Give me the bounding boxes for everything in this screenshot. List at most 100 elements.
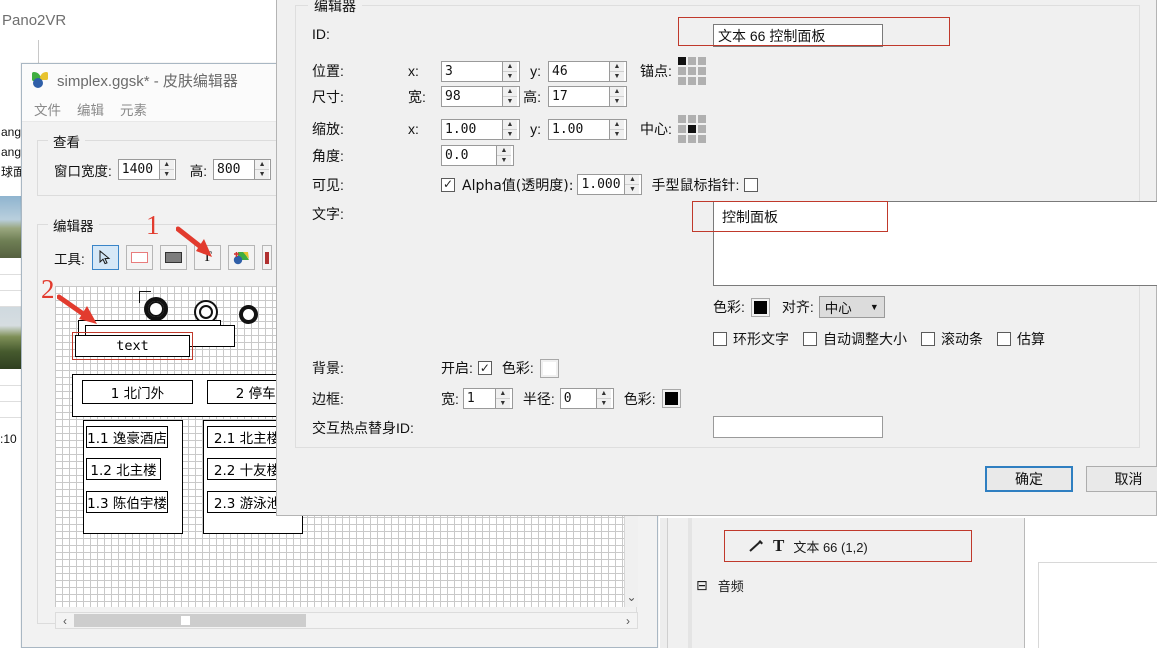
anchor-cell-4[interactable] [687, 67, 696, 75]
tree-row-audio[interactable]: ⊟ 音频 [696, 576, 744, 595]
scale-x-input[interactable] [442, 119, 502, 139]
scroll-left-arrow[interactable]: ‹ [56, 614, 74, 628]
size-width-up[interactable]: ▲ [503, 87, 517, 97]
anchor-cell-1[interactable] [687, 57, 696, 65]
canvas-node-2-1[interactable]: 2.1 北主楼 [207, 426, 287, 448]
scroll-right-arrow[interactable]: › [619, 614, 637, 628]
center-cell-4[interactable] [687, 125, 696, 133]
size-width-stepper[interactable]: ▲▼ [441, 86, 520, 107]
expander-icon[interactable]: ⊟ [696, 577, 708, 594]
canvas-node-2-2[interactable]: 2.2 十友楼 [207, 458, 287, 480]
position-x-down[interactable]: ▼ [503, 72, 517, 81]
width-spin-up[interactable]: ▲ [159, 160, 174, 170]
anchor-cell-3[interactable] [677, 67, 686, 75]
anchor-point-picker[interactable] [677, 57, 706, 85]
size-width-input[interactable] [442, 87, 502, 106]
canvas-text-element[interactable]: text [75, 335, 190, 357]
hotspot-id-input[interactable] [713, 416, 883, 438]
anchor-cell-6[interactable] [677, 77, 686, 85]
anchor-cell-5[interactable] [697, 67, 706, 75]
text-content-textarea[interactable]: 控制面板 [713, 201, 1157, 286]
scrollbar-checkbox[interactable] [921, 332, 935, 346]
id-input[interactable]: 文本 66 控制面板 [713, 24, 883, 47]
center-cell-3[interactable] [677, 125, 686, 133]
ring-text-checkbox[interactable] [713, 332, 727, 346]
alpha-input[interactable] [578, 175, 625, 194]
angle-up[interactable]: ▲ [497, 146, 511, 156]
rectangle-tool-button[interactable] [125, 245, 153, 270]
border-color-swatch[interactable] [661, 389, 681, 408]
hand-cursor-checkbox[interactable] [744, 177, 759, 192]
alpha-up[interactable]: ▲ [625, 175, 640, 185]
ok-button[interactable]: 确定 [985, 466, 1073, 492]
border-width-stepper[interactable]: ▲▼ [462, 388, 513, 409]
scale-y-down[interactable]: ▼ [610, 130, 624, 139]
size-height-stepper[interactable]: ▲▼ [548, 86, 627, 107]
center-cell-2[interactable] [697, 115, 706, 123]
alpha-stepper[interactable]: ▲▼ [577, 174, 643, 195]
border-radius-input[interactable] [560, 389, 596, 408]
window-height-input[interactable] [214, 160, 255, 179]
position-y-up[interactable]: ▲ [610, 62, 624, 72]
center-point-picker[interactable] [677, 115, 706, 143]
scale-x-up[interactable]: ▲ [503, 120, 517, 130]
position-x-stepper[interactable]: ▲▼ [441, 60, 520, 82]
scroll-down-arrow[interactable]: ⌄ [626, 590, 636, 604]
menu-item-file[interactable]: 文件 [34, 99, 61, 119]
text-align-select[interactable]: 中心 ▼ [818, 296, 885, 318]
canvas-node-1-1[interactable]: 1.1 逸豪酒店 [86, 426, 168, 448]
window-width-stepper[interactable]: ▲▼ [117, 159, 176, 180]
background-color-swatch[interactable] [539, 358, 559, 378]
size-height-input[interactable] [549, 87, 609, 106]
size-width-down[interactable]: ▼ [503, 97, 517, 106]
more-tool-button[interactable] [261, 245, 272, 270]
size-height-down[interactable]: ▼ [610, 97, 624, 106]
alpha-down[interactable]: ▼ [625, 185, 639, 194]
center-cell-8[interactable] [697, 135, 706, 143]
position-y-input[interactable] [549, 61, 609, 81]
pointer-tool-button[interactable] [91, 245, 119, 270]
scale-y-stepper[interactable]: ▲▼ [548, 118, 627, 140]
angle-input[interactable] [442, 146, 496, 165]
anchor-cell-8[interactable] [697, 77, 706, 85]
canvas-horizontal-scrollbar[interactable]: ‹ › [55, 612, 638, 629]
canvas-node-1[interactable]: 1 北门外 [82, 380, 193, 404]
angle-stepper[interactable]: ▲▼ [441, 145, 514, 166]
center-cell-6[interactable] [677, 135, 686, 143]
height-spin-up[interactable]: ▲ [255, 160, 270, 170]
center-cell-5[interactable] [697, 125, 706, 133]
autosize-checkbox[interactable] [803, 332, 817, 346]
border-width-down[interactable]: ▼ [496, 399, 510, 408]
height-spin-down[interactable]: ▼ [255, 170, 269, 179]
canvas-node-1-2[interactable]: 1.2 北主楼 [86, 458, 161, 480]
hscroll-thumb[interactable] [74, 614, 306, 627]
scale-y-input[interactable] [549, 119, 609, 139]
cancel-button[interactable]: 取消 [1086, 466, 1157, 492]
angle-down[interactable]: ▼ [497, 156, 511, 165]
center-cell-1[interactable] [687, 115, 696, 123]
canvas-node-1-3[interactable]: 1.3 陈伯宇楼 [86, 491, 168, 513]
estimate-checkbox[interactable] [997, 332, 1011, 346]
border-radius-up[interactable]: ▲ [596, 389, 611, 399]
position-x-input[interactable] [442, 61, 502, 81]
canvas-node-2-3[interactable]: 2.3 游泳池 [207, 491, 287, 513]
border-width-input[interactable] [463, 389, 495, 408]
scale-x-down[interactable]: ▼ [503, 130, 517, 139]
border-radius-down[interactable]: ▼ [597, 399, 611, 408]
node-ring-3[interactable] [239, 305, 258, 324]
border-radius-stepper[interactable]: ▲▼ [559, 388, 614, 409]
size-height-up[interactable]: ▲ [610, 87, 624, 97]
visible-checkbox[interactable] [441, 177, 455, 192]
menu-item-element[interactable]: 元素 [120, 99, 147, 119]
anchor-cell-2[interactable] [697, 57, 706, 65]
menu-item-edit[interactable]: 编辑 [77, 99, 104, 119]
scale-x-stepper[interactable]: ▲▼ [441, 118, 520, 140]
position-y-down[interactable]: ▼ [610, 72, 624, 81]
position-x-up[interactable]: ▲ [503, 62, 517, 72]
text-color-swatch[interactable] [750, 297, 770, 317]
center-cell-0[interactable] [677, 115, 686, 123]
border-width-up[interactable]: ▲ [495, 389, 510, 399]
width-spin-down[interactable]: ▼ [160, 170, 174, 179]
position-y-stepper[interactable]: ▲▼ [548, 60, 627, 82]
background-enable-checkbox[interactable] [477, 361, 492, 375]
